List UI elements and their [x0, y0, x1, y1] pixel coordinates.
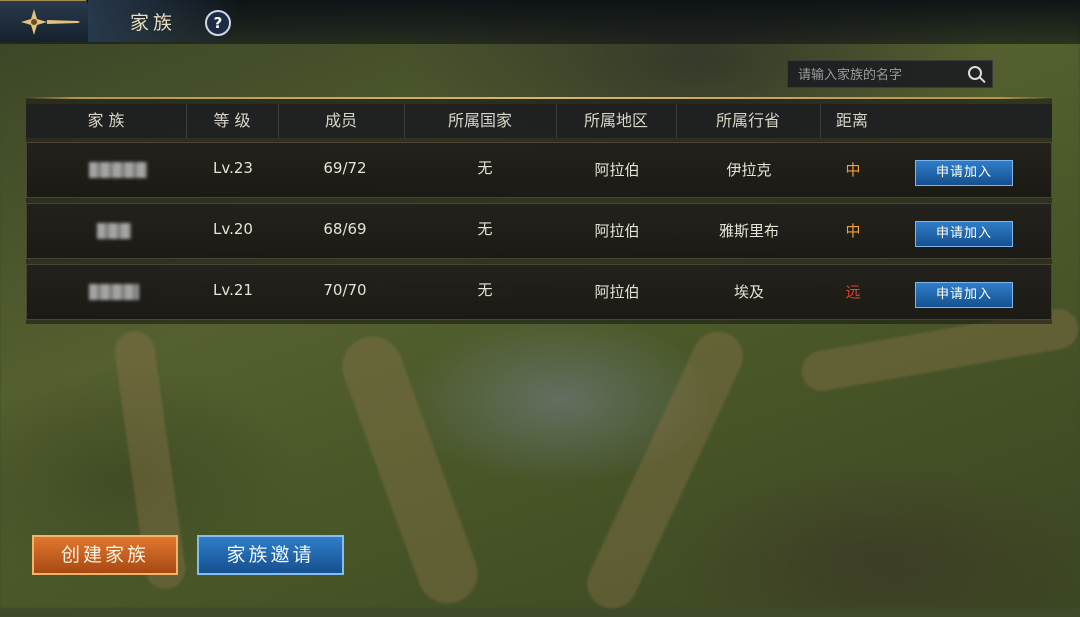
- family-name-obscured: [89, 162, 147, 178]
- family-distance: 远: [845, 283, 861, 301]
- back-crest-button[interactable]: [0, 0, 96, 42]
- family-distance: 中: [845, 161, 861, 179]
- panel-divider: [24, 97, 1054, 99]
- column-header-distance: 距离: [835, 111, 868, 130]
- column-header-level: 等 级: [186, 104, 279, 138]
- family-level: Lv.21: [213, 281, 253, 299]
- family-province: 埃及: [733, 283, 764, 301]
- family-members: 68/69: [323, 220, 367, 238]
- family-distance: 中: [845, 222, 861, 240]
- family-province: 伊拉克: [726, 161, 772, 179]
- table-row: Lv.20 68/69 无 阿拉伯 雅斯里布 中 申请加入: [26, 203, 1052, 259]
- family-region: 阿拉伯: [594, 222, 640, 240]
- search-icon[interactable]: [968, 66, 982, 80]
- family-level: Lv.23: [213, 159, 253, 177]
- family-members: 70/70: [323, 281, 367, 299]
- family-country: 无: [477, 159, 493, 177]
- apply-join-button[interactable]: 申请加入: [915, 282, 1013, 308]
- family-invite-button[interactable]: 家族邀请: [197, 535, 344, 575]
- column-header-province: 所属行省: [676, 104, 821, 138]
- apply-join-button[interactable]: 申请加入: [915, 221, 1013, 247]
- family-level: Lv.20: [213, 220, 253, 238]
- table-row: Lv.23 69/72 无 阿拉伯 伊拉克 中 申请加入: [26, 142, 1052, 198]
- help-button[interactable]: ?: [205, 10, 231, 36]
- search-box: [787, 60, 993, 88]
- family-region: 阿拉伯: [594, 161, 640, 179]
- family-country: 无: [477, 220, 493, 238]
- family-region: 阿拉伯: [594, 283, 640, 301]
- table-header: 家 族 等 级 成员 所属国家 所属地区 所属行省 距离: [26, 104, 1052, 138]
- create-family-button[interactable]: 创建家族: [32, 535, 178, 575]
- apply-join-button[interactable]: 申请加入: [915, 160, 1013, 186]
- column-header-family: 家 族: [26, 104, 187, 138]
- ornate-cross-icon: [18, 5, 82, 39]
- family-name-obscured: [97, 223, 131, 239]
- table-row: Lv.21 70/70 无 阿拉伯 埃及 远 申请加入: [26, 264, 1052, 320]
- page-title: 家族: [130, 12, 177, 34]
- family-country: 无: [477, 281, 493, 299]
- family-province: 雅斯里布: [718, 222, 779, 240]
- column-header-members: 成员: [278, 104, 405, 138]
- family-members: 69/72: [323, 159, 367, 177]
- family-name-obscured: [89, 284, 139, 300]
- search-input[interactable]: [796, 63, 960, 87]
- column-header-region: 所属地区: [556, 104, 677, 138]
- column-header-country: 所属国家: [404, 104, 557, 138]
